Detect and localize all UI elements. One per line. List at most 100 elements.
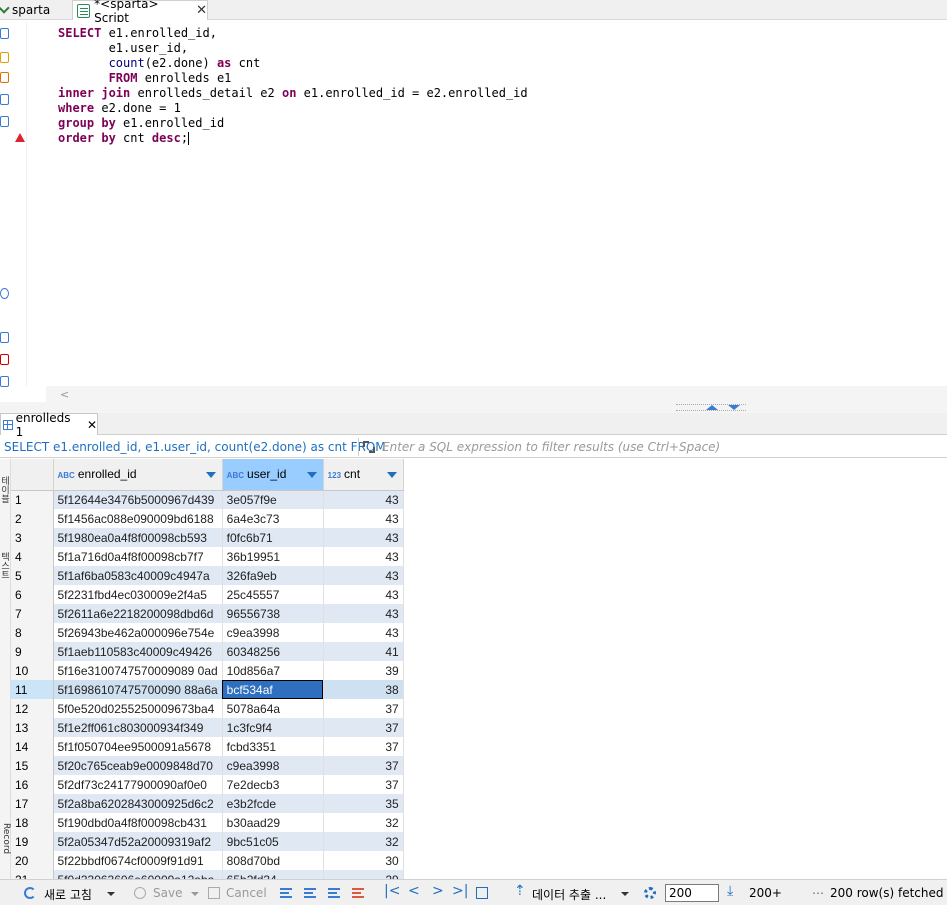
cell-cnt[interactable]: 39 — [323, 661, 404, 680]
row-number[interactable]: 5 — [11, 566, 54, 585]
row-number[interactable]: 3 — [11, 528, 54, 547]
table-row[interactable]: 11 5f16986107475700090 88a6a bcf534af 38 — [11, 680, 404, 699]
cell-cnt[interactable]: 43 — [323, 585, 404, 604]
row-number[interactable]: 9 — [11, 642, 54, 661]
table-row[interactable]: 3 5f1980ea0a4f8f00098cb593 f0fc6b71 43 — [11, 528, 404, 547]
cell-user-id[interactable]: bcf534af — [222, 680, 324, 699]
table-row[interactable]: 9 5f1aeb110583c40009c49426 60348256 41 — [11, 642, 404, 661]
cell-user-id[interactable]: e3b2fcde — [222, 794, 324, 813]
row-number[interactable]: 13 — [11, 718, 54, 737]
chevron-down-icon[interactable] — [621, 892, 629, 896]
save-button[interactable]: Save — [153, 886, 182, 900]
cell-cnt[interactable]: 32 — [323, 832, 404, 851]
load-script-icon[interactable] — [0, 94, 9, 105]
cell-enrolled-id[interactable]: 5f1af6ba0583c40009c4947a — [53, 566, 223, 585]
table-row[interactable]: 2 5f1456ac088e090009bd6188 6a4e3c73 43 — [11, 509, 404, 528]
tab-results[interactable]: enrolleds 1 ✕ — [0, 411, 98, 439]
table-row[interactable]: 14 5f1f050704ee9500091a5678 fcbd3351 37 — [11, 737, 404, 756]
tab-sparta[interactable]: sparta — [0, 0, 66, 20]
cell-user-id[interactable]: 9bc51c05 — [222, 832, 324, 851]
row-number[interactable]: 4 — [11, 547, 54, 566]
cell-enrolled-id[interactable]: 5f1e2ff061c803000934f349 — [53, 718, 223, 737]
first-page-icon[interactable]: |< — [384, 883, 400, 899]
execute-script-icon[interactable] — [0, 52, 9, 63]
fit-columns-icon[interactable] — [476, 887, 488, 899]
fetch-next-icon[interactable]: ⤓ — [727, 883, 733, 899]
cell-user-id[interactable]: 96556738 — [222, 604, 324, 623]
expand-filter-icon[interactable] — [362, 440, 376, 454]
maximize-up-icon[interactable] — [706, 405, 718, 410]
refresh-icon[interactable] — [24, 887, 36, 899]
cell-enrolled-id[interactable]: 5f26943be462a000096e754e — [53, 623, 223, 642]
cell-cnt[interactable]: 43 — [323, 623, 404, 642]
cell-enrolled-id[interactable]: 5f2a8ba6202843000925d6c2 — [53, 794, 223, 813]
cell-cnt[interactable]: 43 — [323, 509, 404, 528]
row-number[interactable]: 6 — [11, 585, 54, 604]
cell-enrolled-id[interactable]: 5f0d33063606e60009a12aba — [53, 870, 223, 879]
chevron-down-icon[interactable] — [386, 472, 397, 478]
cell-cnt[interactable]: 29 — [323, 870, 404, 879]
cell-enrolled-id[interactable]: 5f20c765ceab9e0009848d70 — [53, 756, 223, 775]
cell-cnt[interactable]: 43 — [323, 566, 404, 585]
column-header-cnt[interactable]: 123 cnt — [323, 459, 404, 491]
export-data-icon[interactable]: ⇡ — [514, 883, 526, 899]
close-icon[interactable]: ✕ — [196, 3, 207, 18]
cell-cnt[interactable]: 37 — [323, 699, 404, 718]
cell-cnt[interactable]: 43 — [323, 528, 404, 547]
grid-view-toggle[interactable]: 테이블 — [0, 469, 11, 509]
save-script-icon[interactable] — [0, 116, 9, 127]
warning-icon[interactable] — [15, 133, 25, 142]
row-number[interactable]: 14 — [11, 737, 54, 756]
cell-cnt[interactable]: 30 — [323, 851, 404, 870]
column-header-enrolled-id[interactable]: ABC enrolled_id — [53, 459, 223, 491]
code-line[interactable]: SELECT e1.enrolled_id, — [58, 26, 217, 41]
cell-user-id[interactable]: c9ea3998 — [222, 756, 324, 775]
export-data-button[interactable]: 데이터 추출 ... — [532, 886, 606, 903]
cell-enrolled-id[interactable]: 5f2231fbd4ec030009e2f4a5 — [53, 585, 223, 604]
row-number[interactable]: 16 — [11, 775, 54, 794]
cell-user-id[interactable]: 65b2fd34 — [222, 870, 324, 879]
row-number-header[interactable] — [11, 459, 54, 491]
cell-cnt[interactable]: 35 — [323, 794, 404, 813]
cell-enrolled-id[interactable]: 5f2a05347d52a20009319af2 — [53, 832, 223, 851]
cell-enrolled-id[interactable]: 5f1aeb110583c40009c49426 — [53, 642, 223, 661]
cell-user-id[interactable]: 60348256 — [222, 642, 324, 661]
history-icon[interactable] — [0, 376, 9, 387]
row-number[interactable]: 12 — [11, 699, 54, 718]
table-row[interactable]: 4 5f1a716d0a4f8f00098cb7f7 36b19951 43 — [11, 547, 404, 566]
editor-horizontal-scrollbar[interactable]: < — [46, 386, 947, 402]
code-line[interactable]: FROM enrolleds e1 — [58, 71, 232, 86]
sql-editor[interactable]: SELECT e1.enrolled_id, e1.user_id, count… — [46, 22, 947, 386]
fetch-more-button[interactable]: 200+ — [749, 886, 782, 900]
cell-cnt[interactable]: 32 — [323, 813, 404, 832]
import-icon[interactable] — [0, 354, 9, 365]
code-line[interactable]: order by cnt desc; — [58, 131, 190, 146]
add-row-icon[interactable] — [304, 887, 316, 899]
cell-cnt[interactable]: 38 — [323, 680, 404, 699]
next-page-icon[interactable]: > — [432, 883, 444, 899]
row-number[interactable]: 15 — [11, 756, 54, 775]
cell-cnt[interactable]: 37 — [323, 718, 404, 737]
execute-statement-icon[interactable] — [0, 28, 9, 39]
code-line[interactable]: e1.user_id, — [58, 41, 188, 56]
table-row[interactable]: 8 5f26943be462a000096e754e c9ea3998 43 — [11, 623, 404, 642]
cell-user-id[interactable]: 25c45557 — [222, 585, 324, 604]
table-row[interactable]: 5 5f1af6ba0583c40009c4947a 326fa9eb 43 — [11, 566, 404, 585]
column-header-user-id[interactable]: ABC user_id — [222, 459, 324, 491]
row-number[interactable]: 1 — [11, 490, 54, 509]
chevron-down-icon[interactable] — [205, 472, 216, 478]
table-row[interactable]: 19 5f2a05347d52a20009319af2 9bc51c05 32 — [11, 832, 404, 851]
table-row[interactable]: 7 5f2611a6e2218200098dbd6d 96556738 43 — [11, 604, 404, 623]
cell-user-id[interactable]: f0fc6b71 — [222, 528, 324, 547]
table-row[interactable]: 215f0d33063606e60009a12aba65b2fd3429 — [11, 870, 404, 879]
code-line[interactable]: inner join enrolleds_detail e2 on e1.enr… — [58, 86, 528, 101]
cell-enrolled-id[interactable]: 5f190dbd0a4f8f00098cb431 — [53, 813, 223, 832]
table-row[interactable]: 6 5f2231fbd4ec030009e2f4a5 25c45557 43 — [11, 585, 404, 604]
cell-user-id[interactable]: 36b19951 — [222, 547, 324, 566]
filter-input[interactable]: Enter a SQL expression to filter results… — [382, 440, 720, 454]
edit-row-icon[interactable] — [280, 887, 292, 899]
code-line[interactable]: count(e2.done) as cnt — [58, 56, 261, 71]
table-row[interactable]: 16 5f2df73c24177900090af0e0 7e2decb3 37 — [11, 775, 404, 794]
cancel-button[interactable]: Cancel — [226, 886, 267, 900]
code-line[interactable]: group by e1.enrolled_id — [58, 116, 224, 131]
